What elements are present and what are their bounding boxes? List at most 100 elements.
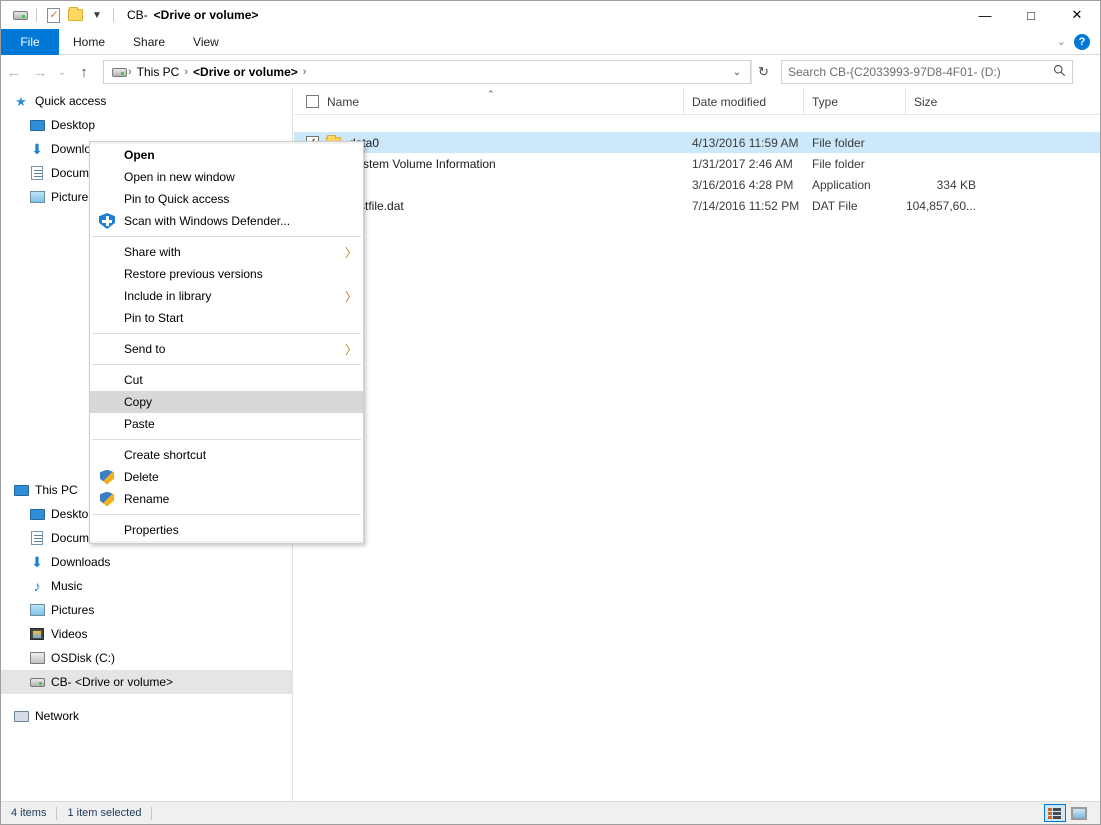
menu-separator: [92, 364, 361, 365]
properties-icon[interactable]: [42, 4, 64, 26]
breadcrumb-separator-2[interactable]: ›: [302, 66, 308, 78]
column-header-label: Name: [327, 95, 359, 109]
sidebar-item-cb-drive[interactable]: CB- <Drive or volume>: [1, 670, 292, 694]
window-title-name: <Drive or volume>: [154, 8, 259, 22]
menu-item-share-with[interactable]: Share with 〉: [90, 241, 363, 263]
details-view-button[interactable]: [1044, 804, 1066, 822]
sidebar-item-quick-desktop[interactable]: Desktop: [1, 113, 292, 137]
sidebar-item-pictures[interactable]: Pictures: [1, 598, 292, 622]
menu-item-rename[interactable]: Rename: [90, 488, 363, 510]
video-icon: [27, 628, 47, 640]
sidebar-item-music[interactable]: ♪ Music: [1, 574, 292, 598]
sidebar-item-label: This PC: [35, 483, 78, 497]
help-icon[interactable]: ?: [1074, 34, 1090, 50]
sidebar-item-network[interactable]: Network: [1, 704, 292, 728]
maximize-button[interactable]: □: [1008, 1, 1054, 29]
file-type-cell: File folder: [804, 153, 906, 174]
sidebar-item-label: Pictures: [51, 190, 94, 204]
search-icon[interactable]: [1053, 64, 1066, 80]
menu-item-open[interactable]: Open: [90, 144, 363, 166]
window-title-prefix: CB-: [127, 8, 148, 22]
search-input[interactable]: Search CB-{C2033993-97D8-4F01- (D:): [781, 60, 1073, 84]
network-icon: [11, 711, 31, 722]
menu-item-pin-to-quick-access[interactable]: Pin to Quick access: [90, 188, 363, 210]
column-header-size[interactable]: Size: [906, 89, 986, 115]
table-row[interactable]: testfile.dat 7/14/2016 11:52 PM DAT File…: [294, 195, 1100, 216]
sidebar-item-label: Pictures: [51, 603, 94, 617]
sidebar-item-osdisk[interactable]: OSDisk (C:): [1, 646, 292, 670]
windows-defender-icon: [90, 213, 124, 229]
title-bar: ▼ CB- <Drive or volume> — □ ✕: [1, 1, 1100, 29]
column-header-label: Date modified: [692, 95, 766, 109]
address-dropdown-chevron-down-icon[interactable]: ⌄: [726, 67, 748, 78]
system-menu-drive-icon[interactable]: [9, 4, 31, 26]
minimize-button[interactable]: —: [962, 1, 1008, 29]
refresh-button[interactable]: ↻: [751, 60, 775, 84]
menu-item-send-to[interactable]: Send to 〉: [90, 338, 363, 360]
menu-separator: [92, 514, 361, 515]
table-row[interactable]: System Volume Information 1/31/2017 2:46…: [294, 153, 1100, 174]
tab-view[interactable]: View: [179, 29, 233, 55]
table-row[interactable]: ✓ data0 4/13/2016 11:59 AM File folder: [294, 132, 1100, 153]
tab-home[interactable]: Home: [59, 29, 119, 55]
file-size-cell: 104,857,60...: [906, 195, 986, 216]
document-icon: [27, 531, 47, 545]
address-bar[interactable]: › This PC › <Drive or volume> › ⌄: [103, 60, 751, 84]
toolbar-divider: [36, 8, 37, 22]
selection-count-label: 1 item selected: [57, 807, 151, 819]
menu-item-properties[interactable]: Properties: [90, 519, 363, 541]
forward-button[interactable]: →: [27, 59, 53, 85]
shield-icon: [90, 492, 124, 507]
menu-item-include-in-library[interactable]: Include in library 〉: [90, 285, 363, 307]
tab-share[interactable]: Share: [119, 29, 179, 55]
menu-item-create-shortcut[interactable]: Create shortcut: [90, 444, 363, 466]
search-placeholder: Search CB-{C2033993-97D8-4F01- (D:): [788, 65, 1053, 79]
column-header-label: Type: [812, 95, 838, 109]
submenu-chevron-right-icon: 〉: [339, 341, 363, 358]
column-header-type[interactable]: Type: [804, 89, 906, 115]
file-size-cell: [906, 132, 986, 153]
sidebar-item-videos[interactable]: Videos: [1, 622, 292, 646]
breadcrumb-item-this-pc[interactable]: This PC: [133, 65, 184, 79]
file-type-cell: File folder: [804, 132, 906, 153]
menu-item-cut[interactable]: Cut: [90, 369, 363, 391]
tab-file[interactable]: File: [1, 29, 59, 55]
up-button[interactable]: ↑: [71, 59, 97, 85]
navpane-group-gap: [1, 694, 292, 704]
menu-item-open-in-new-window[interactable]: Open in new window: [90, 166, 363, 188]
close-button[interactable]: ✕: [1054, 1, 1100, 29]
sidebar-item-quick-access[interactable]: ★ Quick access: [1, 89, 292, 113]
music-icon: ♪: [27, 579, 47, 593]
sidebar-item-label: Quick access: [35, 94, 106, 108]
select-all-checkbox[interactable]: [306, 95, 319, 108]
breadcrumb-item-drive[interactable]: <Drive or volume>: [189, 65, 302, 79]
quick-access-toolbar: ▼: [1, 1, 119, 29]
status-bar: 4 items 1 item selected: [1, 801, 1100, 824]
table-row[interactable]: 3/16/2016 4:28 PM Application 334 KB: [294, 174, 1100, 195]
menu-item-restore-previous-versions[interactable]: Restore previous versions: [90, 263, 363, 285]
column-header-name[interactable]: Name ⌃: [294, 89, 684, 115]
download-icon: ⬇: [27, 142, 47, 156]
sidebar-item-downloads[interactable]: ⬇ Downloads: [1, 550, 292, 574]
menu-item-scan-with-windows-defender[interactable]: Scan with Windows Defender...: [90, 210, 363, 232]
column-header-date-modified[interactable]: Date modified: [684, 89, 804, 115]
ribbon-collapse-chevron-down-icon[interactable]: ⌄: [1057, 35, 1066, 48]
customize-toolbar-chevron-down-icon[interactable]: ▼: [86, 4, 108, 26]
breadcrumb: › This PC › <Drive or volume> ›: [106, 65, 726, 79]
menu-item-paste[interactable]: Paste: [90, 413, 363, 435]
drive-icon: [27, 678, 47, 687]
window-title: CB- <Drive or volume>: [127, 8, 258, 22]
menu-item-delete[interactable]: Delete: [90, 466, 363, 488]
menu-item-copy[interactable]: Copy: [90, 391, 363, 413]
recent-locations-chevron-down-icon[interactable]: ⌄: [53, 59, 71, 85]
column-header-row: Name ⌃ Date modified Type Size: [294, 89, 1100, 115]
menu-item-pin-to-start[interactable]: Pin to Start: [90, 307, 363, 329]
sidebar-item-label: Downloads: [51, 555, 110, 569]
file-list-top-gap: [294, 115, 1100, 132]
file-size-cell: 334 KB: [906, 174, 986, 195]
sort-ascending-icon: ⌃: [487, 89, 495, 100]
new-folder-icon[interactable]: [64, 4, 86, 26]
back-button[interactable]: ←: [1, 59, 27, 85]
large-icons-view-button[interactable]: [1068, 804, 1090, 822]
monitor-icon: [11, 485, 31, 496]
